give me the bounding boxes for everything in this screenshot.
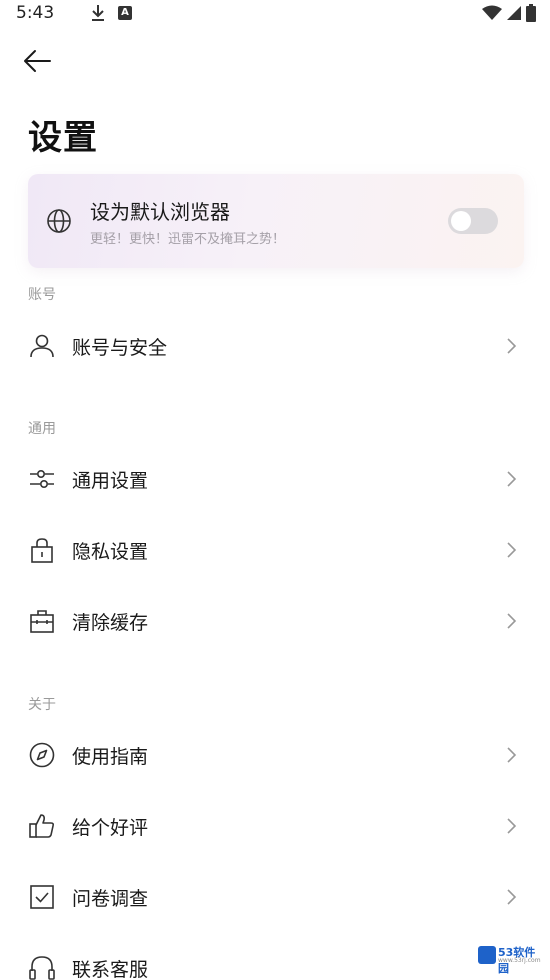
page-title: 设置 [28,118,98,158]
row-general-settings[interactable]: 通用设置 [0,451,550,507]
user-icon [30,334,54,358]
back-button[interactable] [22,44,62,78]
chevron-right-icon [507,613,517,629]
row-label: 通用设置 [72,470,149,492]
watermark: 53软件园 www.53rj.com [478,944,542,975]
row-label: 清除缓存 [72,612,149,634]
status-time: 5:43 [16,3,55,23]
download-icon [92,5,104,21]
chevron-right-icon [507,747,517,763]
chevron-right-icon [507,471,517,487]
chevron-right-icon [507,338,517,354]
lock-icon [31,538,53,563]
section-label-about: 关于 [28,697,56,713]
chevron-right-icon [507,818,517,834]
headset-icon [29,956,55,980]
section-label-general: 通用 [28,421,56,437]
chevron-right-icon [507,889,517,905]
section-label-account: 账号 [28,287,56,303]
toolbox-icon [30,610,54,633]
row-label: 隐私设置 [72,541,149,563]
arrow-left-icon [24,50,51,72]
row-account-security[interactable]: 账号与安全 [0,318,550,374]
row-label: 使用指南 [72,746,149,768]
sliders-icon [30,470,54,489]
row-label: 给个好评 [72,817,149,839]
watermark-url: www.53rj.com [498,957,541,964]
globe-icon [47,209,71,233]
default-browser-subtitle: 更轻！更快！迅雷不及掩耳之势！ [90,232,286,247]
watermark-logo-icon [478,946,496,964]
app-notification-icon: A [118,6,132,20]
row-user-guide[interactable]: 使用指南 [0,727,550,783]
signal-icon [507,6,521,20]
default-browser-title: 设为默认浏览器 [90,200,230,224]
row-survey[interactable]: 问卷调查 [0,869,550,925]
toggle-knob [451,211,471,231]
status-indicators [482,4,536,22]
row-label: 账号与安全 [72,337,168,359]
default-browser-card: 设为默认浏览器 更轻！更快！迅雷不及掩耳之势！ [28,174,524,268]
row-contact-support[interactable]: 联系客服 [0,940,550,980]
row-label: 联系客服 [72,959,149,980]
default-browser-toggle[interactable] [448,208,498,234]
chevron-right-icon [507,542,517,558]
row-label: 问卷调查 [72,888,149,910]
checkbox-icon [30,885,54,909]
status-bar: 5:43 A [0,0,550,28]
compass-icon [29,742,55,768]
thumbs-up-icon [29,814,55,838]
battery-icon [526,4,536,22]
row-clear-cache[interactable]: 清除缓存 [0,593,550,649]
row-rate-us[interactable]: 给个好评 [0,798,550,854]
wifi-icon [482,5,502,20]
row-privacy-settings[interactable]: 隐私设置 [0,522,550,578]
